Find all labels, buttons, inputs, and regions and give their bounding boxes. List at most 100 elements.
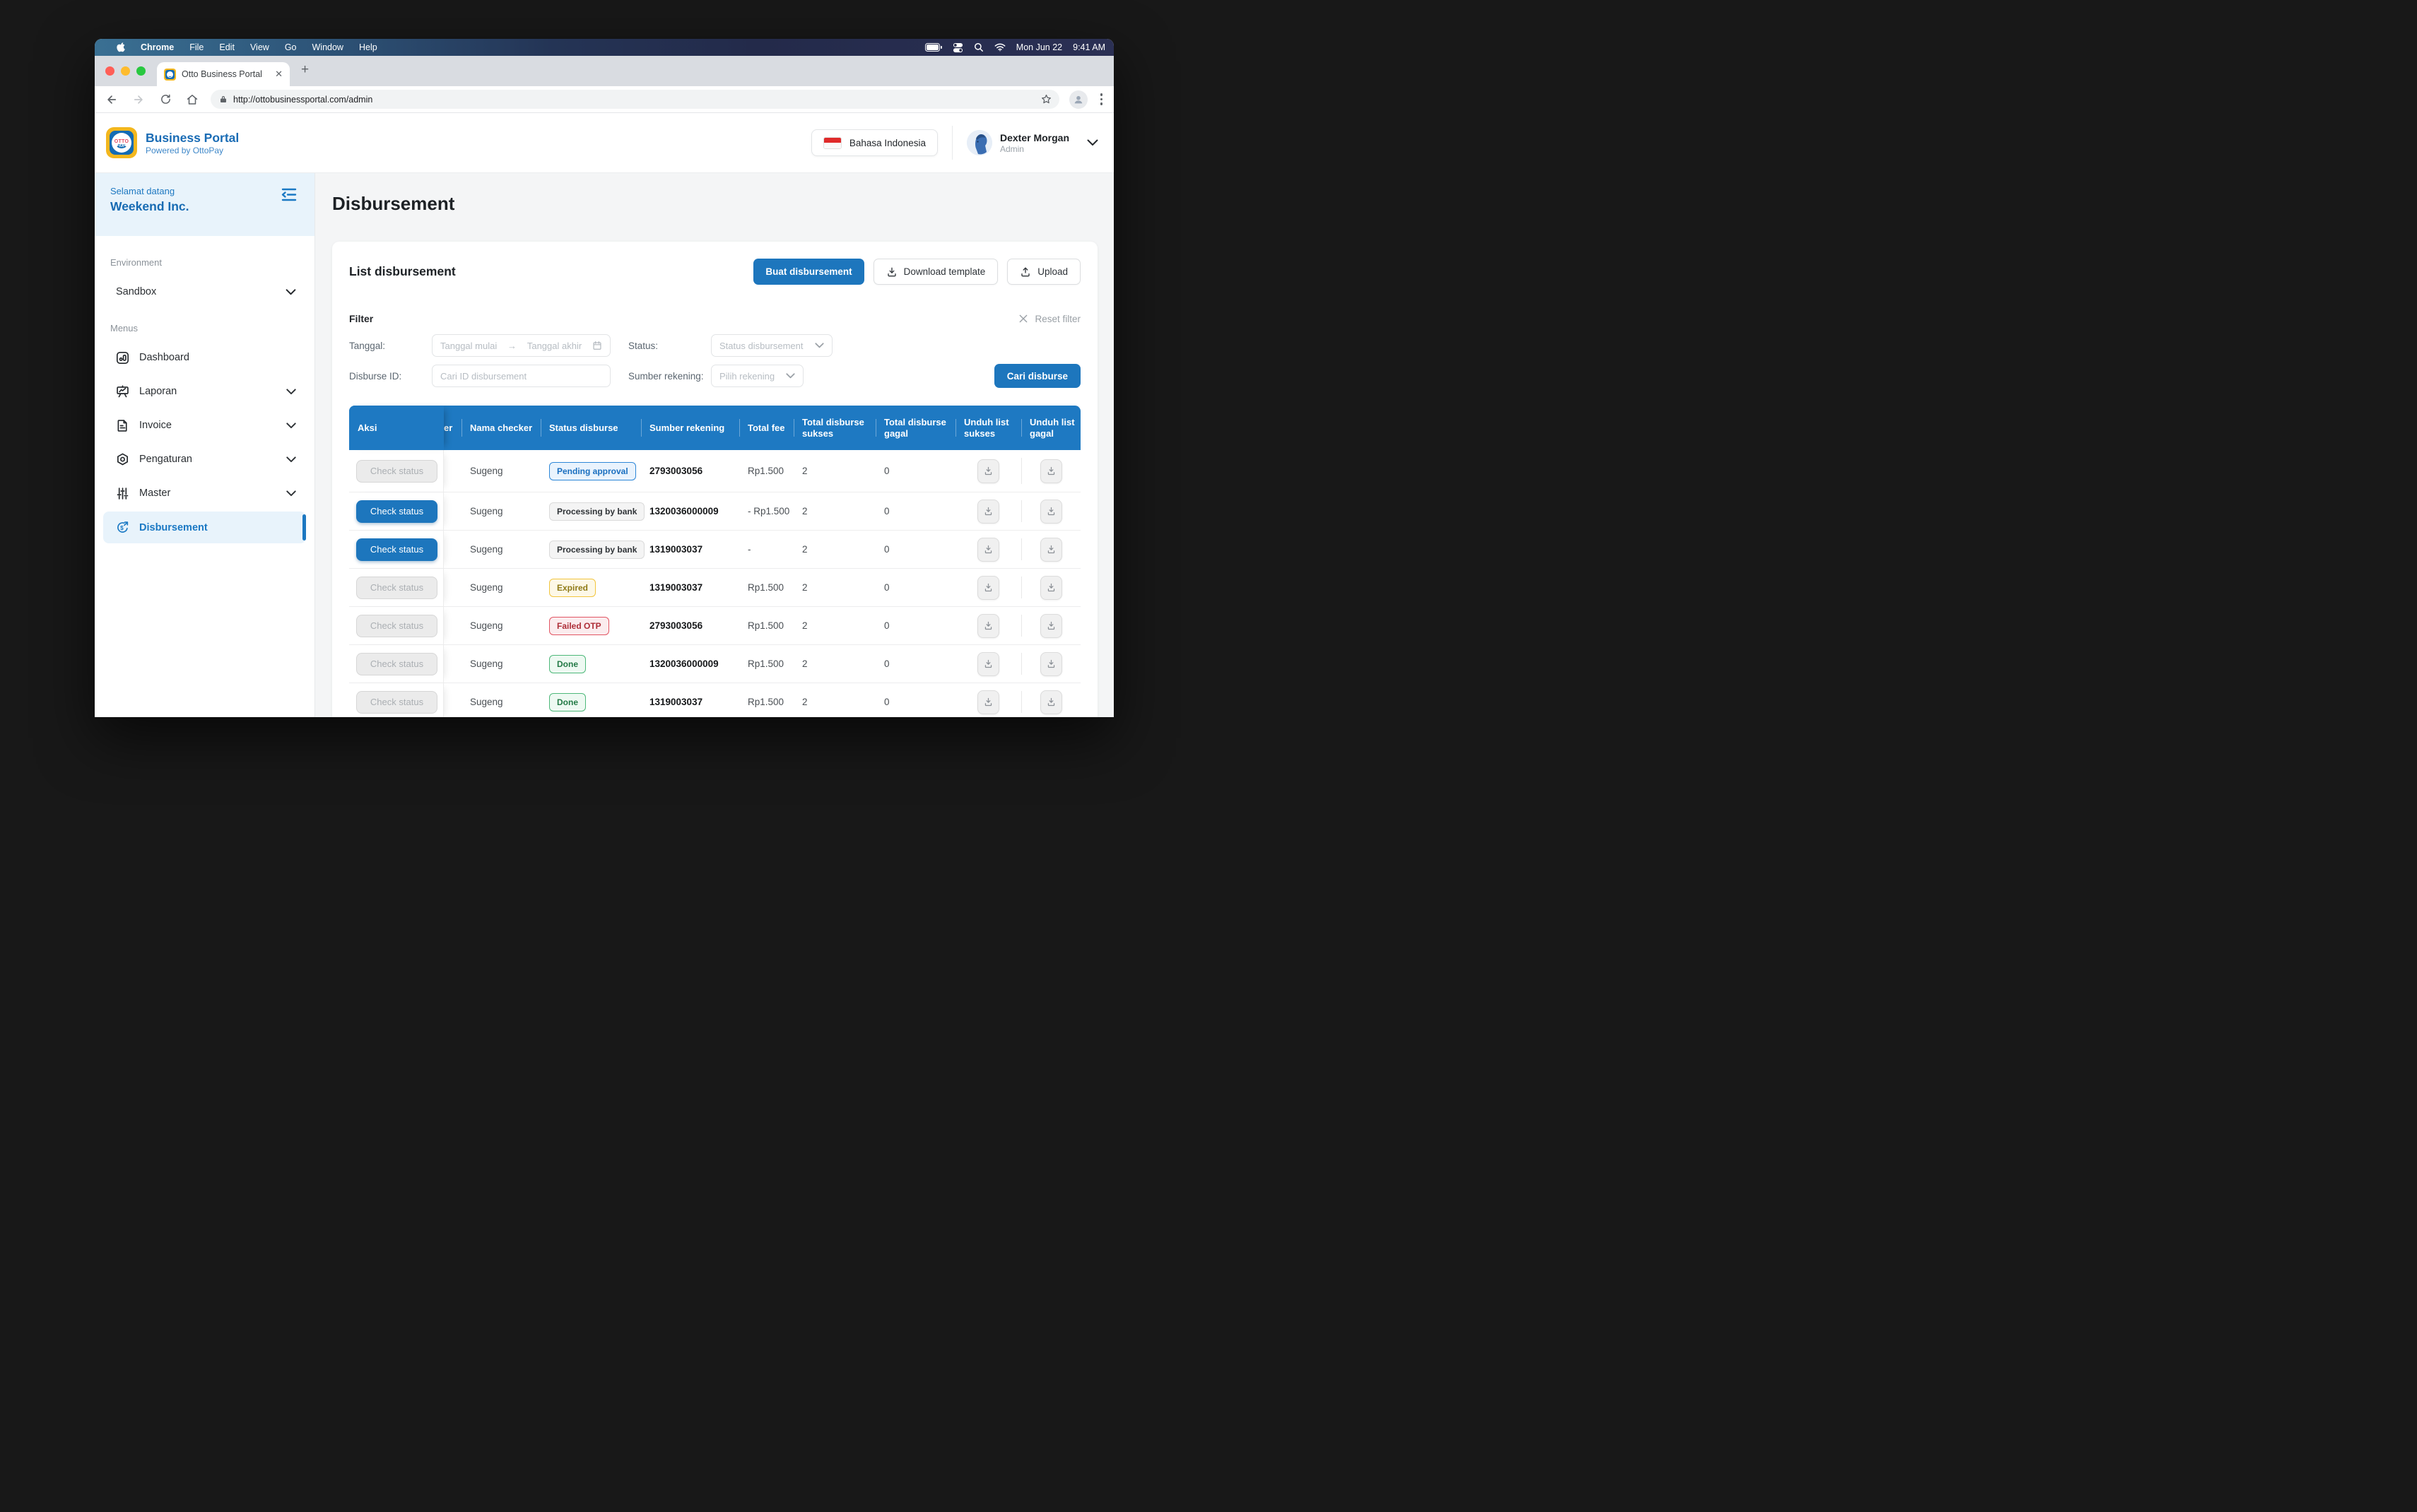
tab-close-icon[interactable]: ✕ bbox=[275, 69, 283, 80]
menubar-item-edit[interactable]: Edit bbox=[219, 42, 235, 52]
checker-name: Sugeng bbox=[461, 569, 541, 606]
sumber-rekening-select[interactable]: Pilih rekening bbox=[711, 365, 804, 387]
menus-label: Menus bbox=[110, 323, 314, 333]
check-status-button[interactable]: Check status bbox=[356, 691, 437, 714]
brand-title: Business Portal bbox=[146, 131, 239, 146]
menubar-item-view[interactable]: View bbox=[250, 42, 269, 52]
report-board-icon bbox=[114, 384, 130, 399]
sumber-rekening-value: Pilih rekening bbox=[719, 371, 775, 382]
download-icon bbox=[1046, 466, 1057, 476]
download-gagal-button[interactable] bbox=[1040, 459, 1062, 483]
upload-button[interactable]: Upload bbox=[1007, 259, 1081, 285]
active-indicator bbox=[302, 514, 306, 541]
menubar-item-go[interactable]: Go bbox=[285, 42, 297, 52]
user-menu[interactable]: Dexter Morgan Admin bbox=[967, 130, 1098, 155]
table-row: Check statusSugengProcessing by bank1320… bbox=[349, 492, 1081, 531]
sidebar-item-dashboard[interactable]: Dashboard bbox=[95, 341, 314, 374]
download-gagal-button[interactable] bbox=[1040, 652, 1062, 676]
sidebar-item-invoice[interactable]: Invoice bbox=[95, 408, 314, 442]
zoom-window-button[interactable] bbox=[136, 66, 146, 76]
control-center-icon[interactable] bbox=[953, 42, 963, 53]
user-role: Admin bbox=[1000, 144, 1069, 154]
download-icon bbox=[983, 620, 994, 631]
download-sukses-button[interactable] bbox=[977, 690, 999, 714]
new-tab-button[interactable]: + bbox=[301, 63, 309, 77]
total-disburse-sukses-value: 2 bbox=[794, 607, 876, 644]
download-icon bbox=[1046, 658, 1057, 669]
page-title: Disbursement bbox=[332, 193, 1114, 215]
close-window-button[interactable] bbox=[105, 66, 114, 76]
download-gagal-button[interactable] bbox=[1040, 690, 1062, 714]
browser-tab-strip: Otto Business Portal ✕ + bbox=[95, 56, 1114, 86]
menubar-item-file[interactable]: File bbox=[189, 42, 204, 52]
status-select[interactable]: Status disbursement bbox=[711, 334, 833, 357]
browser-menu-icon[interactable] bbox=[1098, 93, 1106, 105]
bookmark-star-icon[interactable] bbox=[1040, 93, 1052, 105]
disburse-id-input-field[interactable] bbox=[440, 371, 602, 382]
upload-icon bbox=[1020, 266, 1031, 278]
environment-label: Environment bbox=[110, 257, 314, 268]
browser-tab[interactable]: Otto Business Portal ✕ bbox=[157, 62, 290, 86]
browser-profile-avatar[interactable] bbox=[1069, 90, 1088, 109]
total-fee-value: Rp1.500 bbox=[739, 569, 794, 606]
download-sukses-button[interactable] bbox=[977, 538, 999, 562]
url-bar[interactable]: http://ottobusinessportal.com/admin bbox=[211, 90, 1059, 109]
download-sukses-button[interactable] bbox=[977, 459, 999, 483]
environment-select[interactable]: Sandbox bbox=[95, 276, 314, 307]
reset-filter-button[interactable]: Reset filter bbox=[1018, 314, 1081, 324]
download-template-button[interactable]: Download template bbox=[874, 259, 999, 285]
check-status-button[interactable]: Check status bbox=[356, 653, 437, 675]
reload-button[interactable] bbox=[157, 91, 174, 108]
sidebar-collapse-icon[interactable] bbox=[280, 187, 298, 202]
wifi-icon[interactable] bbox=[994, 43, 1006, 52]
apple-menu-icon[interactable] bbox=[116, 42, 125, 53]
check-status-button[interactable]: Check status bbox=[356, 615, 437, 637]
home-button[interactable] bbox=[184, 91, 201, 108]
sidebar-item-disbursement[interactable]: $ Disbursement bbox=[103, 512, 306, 543]
chevron-down-icon bbox=[286, 423, 296, 429]
search-disburse-button[interactable]: Cari disburse bbox=[994, 364, 1081, 388]
table-row: Check statusSugengPending approval279300… bbox=[349, 450, 1081, 492]
create-disbursement-button[interactable]: Buat disbursement bbox=[753, 259, 864, 285]
language-selector-button[interactable]: Bahasa Indonesia bbox=[811, 129, 938, 156]
back-button[interactable] bbox=[103, 91, 120, 108]
menubar-app-name[interactable]: Chrome bbox=[141, 42, 174, 52]
sidebar-item-laporan[interactable]: Laporan bbox=[95, 374, 314, 408]
download-gagal-button[interactable] bbox=[1040, 538, 1062, 562]
minimize-window-button[interactable] bbox=[121, 66, 130, 76]
chevron-down-icon[interactable] bbox=[1087, 139, 1098, 146]
total-fee-value: - Rp1.500 bbox=[739, 492, 794, 530]
menubar-date[interactable]: Mon Jun 22 bbox=[1016, 42, 1062, 52]
chevron-down-icon bbox=[286, 490, 296, 497]
download-gagal-button[interactable] bbox=[1040, 614, 1062, 638]
download-sukses-button[interactable] bbox=[977, 614, 999, 638]
check-status-button[interactable]: Check status bbox=[356, 460, 437, 483]
check-status-button[interactable]: Check status bbox=[356, 500, 437, 523]
download-sukses-button[interactable] bbox=[977, 576, 999, 600]
date-range-input[interactable]: Tanggal mulai → Tanggal akhir bbox=[432, 334, 611, 357]
check-status-button[interactable]: Check status bbox=[356, 577, 437, 599]
chevron-down-icon bbox=[786, 373, 795, 379]
download-sukses-button[interactable] bbox=[977, 652, 999, 676]
download-gagal-button[interactable] bbox=[1040, 576, 1062, 600]
spotlight-search-icon[interactable] bbox=[974, 42, 984, 52]
menubar-time[interactable]: 9:41 AM bbox=[1073, 42, 1105, 52]
menubar-item-window[interactable]: Window bbox=[312, 42, 343, 52]
check-status-button[interactable]: Check status bbox=[356, 538, 437, 561]
download-icon bbox=[983, 544, 994, 555]
sidebar-item-pengaturan[interactable]: Pengaturan bbox=[95, 442, 314, 476]
date-end-placeholder: Tanggal akhir bbox=[527, 341, 582, 351]
download-sukses-button[interactable] bbox=[977, 500, 999, 524]
download-gagal-button[interactable] bbox=[1040, 500, 1062, 524]
disburse-id-input[interactable] bbox=[432, 365, 611, 387]
sidebar-item-master[interactable]: Master bbox=[95, 476, 314, 510]
table-row: Check statusSugengDone1320036000009Rp1.5… bbox=[349, 645, 1081, 683]
table-row: Check statusSugengDone1319003037Rp1.5002… bbox=[349, 683, 1081, 717]
brand: OTTO PAY Business Portal Powered by Otto… bbox=[106, 127, 239, 158]
status-badge: Processing by bank bbox=[549, 541, 645, 559]
desktop-background: Chrome File Edit View Go Window Help Mon… bbox=[0, 0, 1208, 756]
menubar-item-help[interactable]: Help bbox=[359, 42, 377, 52]
battery-icon[interactable] bbox=[925, 43, 942, 52]
dashboard-icon bbox=[114, 350, 130, 365]
forward-button[interactable] bbox=[130, 91, 147, 108]
